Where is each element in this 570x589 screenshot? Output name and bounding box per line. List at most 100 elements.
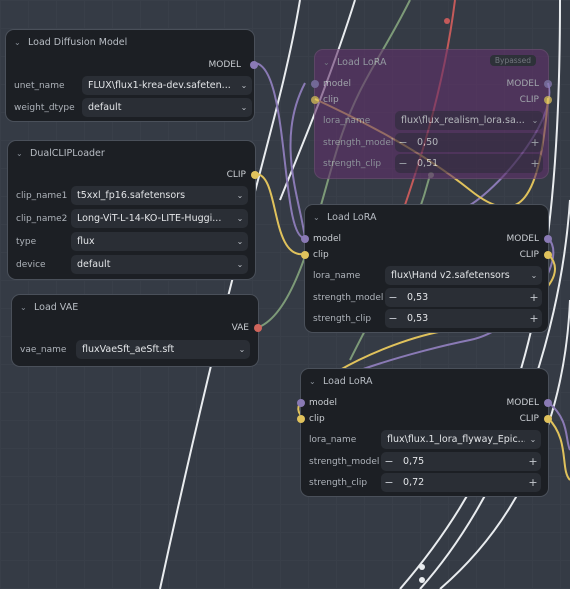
decrement-button[interactable]: −: [395, 157, 411, 170]
input-slot-model[interactable]: [301, 235, 309, 243]
widget-label-lora-name: lora_name: [313, 271, 361, 281]
collapse-chevron-icon[interactable]: ⌄: [313, 213, 327, 222]
output-slot-clip[interactable]: [544, 415, 552, 423]
node-header[interactable]: ⌄ Load LoRA: [301, 369, 548, 393]
node-header[interactable]: ⌄ Load LoRA: [305, 205, 548, 229]
chevron-down-icon: ⌄: [529, 435, 537, 444]
output-slot-model[interactable]: [544, 399, 552, 407]
strength-clip-stepper[interactable]: −0,51 +: [395, 154, 543, 173]
output-slot-model[interactable]: [544, 235, 552, 243]
input-label-model: model: [323, 79, 352, 89]
wire-reroute[interactable]: [419, 564, 425, 570]
chevron-down-icon: ⌄: [240, 103, 248, 112]
load-lora-hand-node[interactable]: ⌄ Load LoRA model clip MODEL CLIP lora_na…: [301, 204, 552, 333]
strength-model-stepper[interactable]: −0,50 +: [395, 133, 543, 152]
increment-button[interactable]: +: [526, 312, 542, 325]
node-header[interactable]: ⌄ Load LoRA Bypassed: [315, 50, 548, 74]
decrement-button[interactable]: −: [381, 455, 397, 468]
clip-name1-select[interactable]: t5xxl_fp16.safetensors ⌄: [71, 186, 248, 205]
number-value[interactable]: 0,50: [411, 137, 527, 148]
increment-button[interactable]: +: [526, 291, 542, 304]
chevron-down-icon: ⌄: [236, 260, 244, 269]
widget-label-strength-clip: strength_clip: [313, 314, 372, 324]
wire-clip: [255, 173, 306, 256]
input-slot-model[interactable]: [311, 80, 319, 88]
node-title: Load Diffusion Model: [28, 36, 128, 48]
input-slot-clip[interactable]: [301, 251, 309, 259]
increment-button[interactable]: +: [525, 476, 541, 489]
lora-name-select[interactable]: flux\flux.1_lora_flyway_Epic... ⌄: [381, 430, 541, 449]
output-slot-clip[interactable]: [251, 171, 259, 179]
input-slot-clip[interactable]: [297, 415, 305, 423]
load-lora-bypassed-node[interactable]: ⌄ Load LoRA Bypassed model clip MODEL CLIP…: [311, 49, 552, 179]
lora-name-select[interactable]: flux\Hand v2.safetensors ⌄: [385, 266, 542, 285]
output-label-clip: CLIP: [519, 250, 539, 260]
decrement-button[interactable]: −: [385, 312, 401, 325]
node-header[interactable]: ⌄ DualCLIPLoader: [8, 141, 255, 165]
number-value[interactable]: 0,75: [397, 456, 525, 467]
wire-reroute[interactable]: [419, 577, 425, 583]
weight-dtype-select[interactable]: default ⌄: [82, 98, 252, 117]
widget-label-strength-model: strength_model: [309, 457, 380, 467]
load-diffusion-model-node[interactable]: ⌄ Load Diffusion Model MODEL unet_name FL…: [5, 29, 258, 122]
load-vae-node[interactable]: ⌄ Load VAE VAE vae_name fluxVaeSft_aeSft.…: [11, 294, 262, 367]
widget-label-unet-name: unet_name: [14, 81, 65, 91]
select-value: flux: [77, 236, 95, 247]
vae-name-select[interactable]: fluxVaeSft_aeSft.sft ⌄: [76, 340, 250, 359]
number-value[interactable]: 0,53: [401, 292, 526, 303]
widget-label-strength-model: strength_model: [313, 293, 384, 303]
input-slot-model[interactable]: [297, 399, 305, 407]
output-slot-model[interactable]: [250, 61, 258, 69]
clip-name2-select[interactable]: Long-ViT-L-14-KO-LITE-Huggi... ⌄: [71, 209, 248, 228]
widget-label-clip-name2: clip_name2: [16, 214, 68, 224]
node-header[interactable]: ⌄ Load Diffusion Model: [6, 30, 254, 54]
widget-label-type: type: [16, 237, 37, 247]
widget-label-strength-clip: strength_clip: [309, 478, 368, 488]
strength-model-stepper[interactable]: −0,53 +: [385, 288, 542, 307]
output-label-clip: CLIP: [226, 170, 246, 180]
wire-reroute[interactable]: [444, 18, 450, 24]
output-label-model: MODEL: [506, 398, 539, 408]
output-slot-clip[interactable]: [544, 96, 552, 104]
dual-clip-loader-node[interactable]: ⌄ DualCLIPLoader CLIP clip_name1 t5xxl_fp…: [7, 140, 259, 280]
number-value[interactable]: 0,72: [397, 477, 525, 488]
chevron-down-icon: ⌄: [236, 214, 244, 223]
decrement-button[interactable]: −: [385, 291, 401, 304]
device-select[interactable]: default ⌄: [71, 255, 248, 274]
chevron-down-icon: ⌄: [236, 191, 244, 200]
strength-clip-stepper[interactable]: −0,53 +: [385, 309, 542, 328]
decrement-button[interactable]: −: [395, 136, 411, 149]
collapse-chevron-icon[interactable]: ⌄: [14, 38, 28, 47]
number-value[interactable]: 0,51: [411, 158, 527, 169]
select-value: Long-ViT-L-14-KO-LITE-Huggi...: [77, 213, 222, 224]
node-title: Load VAE: [34, 301, 79, 313]
decrement-button[interactable]: −: [381, 476, 397, 489]
output-slot-vae[interactable]: [254, 324, 262, 332]
strength-model-stepper[interactable]: −0,75 +: [381, 452, 541, 471]
select-value: default: [88, 102, 122, 113]
node-header[interactable]: ⌄ Load VAE: [12, 295, 258, 319]
input-label-clip: clip: [309, 414, 325, 424]
output-slot-model[interactable]: [544, 80, 552, 88]
select-value: flux\flux.1_lora_flyway_Epic...: [387, 434, 525, 445]
lora-name-select[interactable]: flux\flux_realism_lora.sa... ⌄: [395, 111, 543, 130]
collapse-chevron-icon[interactable]: ⌄: [16, 149, 30, 158]
type-select[interactable]: flux ⌄: [71, 232, 248, 251]
select-value: default: [77, 259, 111, 270]
input-slot-clip[interactable]: [311, 96, 319, 104]
number-value[interactable]: 0,53: [401, 313, 526, 324]
collapse-chevron-icon[interactable]: ⌄: [309, 377, 323, 386]
collapse-chevron-icon[interactable]: ⌄: [20, 303, 34, 312]
increment-button[interactable]: +: [527, 157, 543, 170]
strength-clip-stepper[interactable]: −0,72 +: [381, 473, 541, 492]
output-label-vae: VAE: [231, 323, 249, 333]
load-lora-flyway-node[interactable]: ⌄ Load LoRA model clip MODEL CLIP lora_na…: [297, 368, 552, 497]
output-slot-clip[interactable]: [544, 251, 552, 259]
widget-label-lora-name: lora_name: [323, 116, 371, 126]
increment-button[interactable]: +: [527, 136, 543, 149]
select-value: flux\flux_realism_lora.sa...: [401, 115, 525, 126]
unet-name-select[interactable]: FLUX\flux1-krea-dev.safeten... ⌄: [82, 76, 252, 95]
input-label-clip: clip: [323, 95, 339, 105]
collapse-chevron-icon[interactable]: ⌄: [323, 58, 337, 67]
increment-button[interactable]: +: [525, 455, 541, 468]
